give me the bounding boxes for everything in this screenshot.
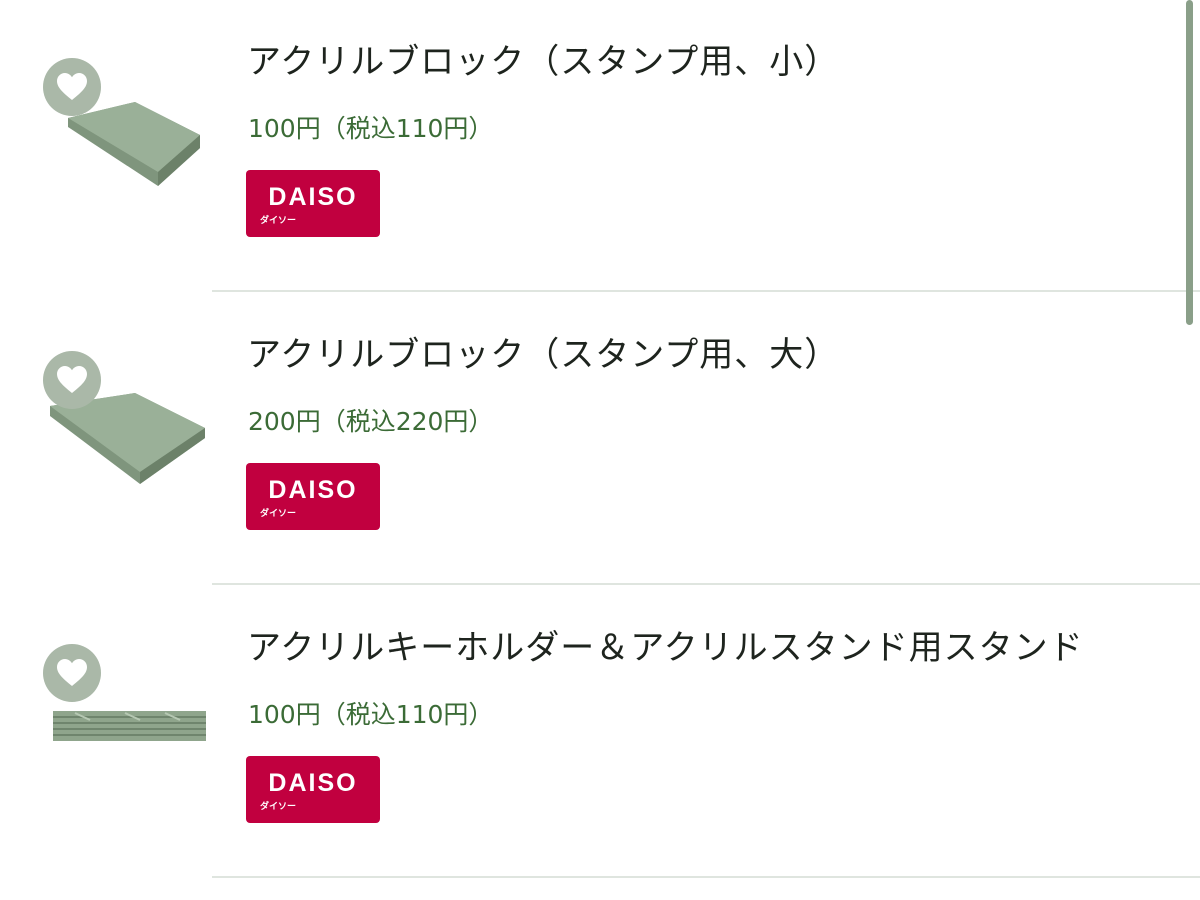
divider xyxy=(212,583,1200,585)
favorite-button[interactable] xyxy=(43,58,101,116)
brand-logo-kana: ダイソー xyxy=(260,802,297,812)
product-price: 100円（税込110円） xyxy=(248,700,494,729)
brand-badge[interactable]: DAISO ダイソー xyxy=(246,756,380,823)
brand-logo-kana: ダイソー xyxy=(260,216,297,226)
product-price: 200円（税込220円） xyxy=(248,407,494,436)
product-item[interactable]: アクリルブロック（スタンプ用、小） 100円（税込110円） DAISO ダイソ… xyxy=(0,0,1200,292)
divider xyxy=(212,876,1200,878)
brand-logo-text: DAISO xyxy=(268,769,358,797)
product-price: 100円（税込110円） xyxy=(248,114,494,143)
product-list: アクリルブロック（スタンプ用、小） 100円（税込110円） DAISO ダイソ… xyxy=(0,0,1200,900)
product-item[interactable]: アクリルブロック（スタンプ用、大） 200円（税込220円） DAISO ダイソ… xyxy=(0,293,1200,585)
brand-logo-text: DAISO xyxy=(268,476,358,504)
favorite-button[interactable] xyxy=(43,644,101,702)
product-item[interactable]: アクリルキーホルダー＆アクリルスタンド用スタンド 100円（税込110円） DA… xyxy=(0,586,1200,878)
heart-icon xyxy=(57,659,87,686)
brand-logo-kana: ダイソー xyxy=(260,509,297,519)
scrollbar[interactable] xyxy=(1186,0,1193,325)
favorite-button[interactable] xyxy=(43,351,101,409)
brand-logo-text: DAISO xyxy=(268,183,358,211)
product-name[interactable]: アクリルブロック（スタンプ用、大） xyxy=(247,327,839,376)
brand-badge[interactable]: DAISO ダイソー xyxy=(246,170,380,237)
product-name[interactable]: アクリルキーホルダー＆アクリルスタンド用スタンド xyxy=(247,620,1084,669)
heart-icon xyxy=(57,366,87,393)
divider xyxy=(212,290,1200,292)
brand-badge[interactable]: DAISO ダイソー xyxy=(246,463,380,530)
heart-icon xyxy=(57,73,87,100)
product-name[interactable]: アクリルブロック（スタンプ用、小） xyxy=(247,34,839,83)
